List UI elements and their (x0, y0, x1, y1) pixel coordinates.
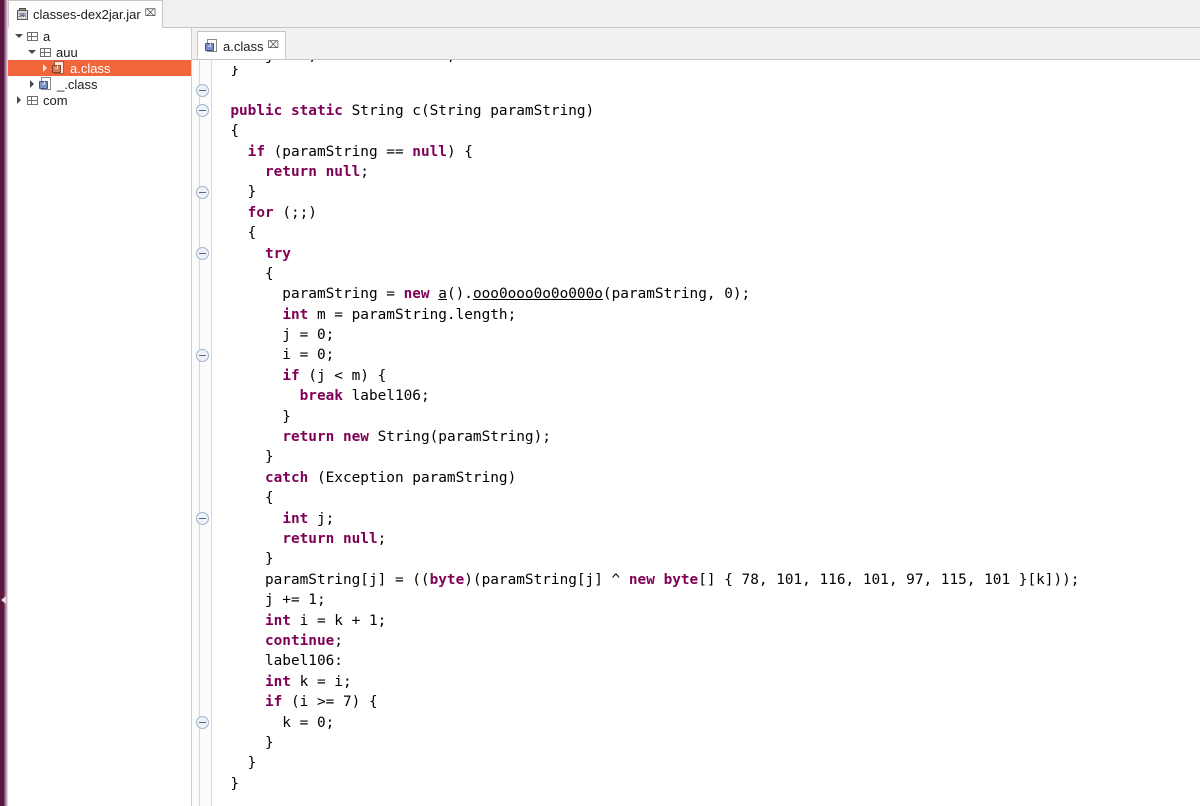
package-explorer[interactable]: aauua.class_.classcom (8, 28, 192, 806)
jar-icon: JAR (16, 7, 29, 21)
code-line: paramString[j] = ((byte)(paramString[j] … (213, 571, 1080, 588)
tree-item-label: auu (56, 44, 78, 60)
fold-collapse-icon[interactable] (196, 247, 209, 261)
code-line: { (213, 225, 257, 242)
code-line: return null; (264, 163, 369, 180)
code-line: int j; (282, 510, 335, 527)
code-line: break label106; (299, 388, 430, 405)
code-line: i = 0; (213, 347, 335, 364)
package-icon (26, 94, 39, 107)
code-line: int m = paramString.length; (282, 306, 517, 323)
fold-collapse-icon[interactable] (196, 83, 209, 97)
tree-item---class[interactable]: _.class (8, 76, 191, 92)
code-line: catch (Exception paramString) (264, 469, 517, 486)
chevron-right-icon[interactable] (25, 76, 39, 92)
code-line: return new String(paramString); (282, 429, 551, 446)
fold-collapse-icon[interactable] (196, 104, 209, 118)
code-line: } (213, 734, 274, 751)
package-icon (26, 30, 39, 43)
class-tab-label: a.class (223, 38, 264, 54)
code-line: j += 1; (213, 592, 326, 609)
fold-collapse-icon[interactable] (196, 349, 209, 363)
source-code[interactable]: } public static String c(String paramStr… (213, 60, 1200, 806)
code-line: continue; (264, 632, 343, 649)
chevron-right-icon[interactable] (38, 60, 52, 76)
fold-collapse-icon[interactable] (196, 185, 209, 199)
code-line: int k = i; (264, 673, 352, 690)
code-line: { (213, 123, 239, 140)
chevron-down-icon[interactable] (25, 44, 39, 60)
class-file-icon (39, 77, 53, 91)
code-line: { (213, 265, 274, 282)
tab-a-class[interactable]: a.class ⌧ (197, 31, 286, 60)
tree-item-label: _.class (57, 76, 98, 92)
package-icon (39, 46, 52, 59)
editor-area: a.class ⌧ j = 0; i = 0; } public static … (192, 28, 1200, 806)
window-left-edge (0, 0, 8, 806)
gutter-rule (199, 60, 200, 806)
tab-classes-dex2jar-jar[interactable]: JAR classes-dex2jar.jar ⌧ (8, 0, 164, 28)
code-line: try (264, 245, 291, 262)
clipped-top-line-region: j = 0; i = 0; (213, 60, 1200, 66)
fold-collapse-icon[interactable] (196, 716, 209, 730)
chevron-right-icon (1, 596, 6, 604)
code-line: public static String c(String paramStrin… (230, 102, 595, 119)
code-line: j = 0; (213, 327, 335, 344)
package-tree[interactable]: aauua.class_.classcom (8, 28, 191, 108)
jar-tab-label: classes-dex2jar.jar (33, 6, 141, 22)
fold-collapse-icon[interactable] (196, 512, 209, 526)
clipped-top-line: j = 0; i = 0; (213, 60, 456, 66)
close-icon[interactable]: ⌧ (145, 9, 157, 19)
code-line: } (213, 184, 257, 201)
tree-item-a-class[interactable]: a.class (8, 60, 191, 76)
tree-item-com[interactable]: com (8, 92, 191, 108)
code-line: k = 0; (213, 714, 335, 731)
code-line: } (213, 551, 274, 568)
code-line: label106: (213, 653, 343, 670)
code-line: } (213, 408, 291, 425)
code-line: return null; (282, 530, 387, 547)
tree-item-a[interactable]: a (8, 28, 191, 44)
jar-tab-bar: JAR classes-dex2jar.jar ⌧ (8, 0, 1200, 28)
tree-item-label: com (43, 92, 68, 108)
code-line: } (213, 775, 239, 792)
tree-item-label: a.class (70, 60, 111, 76)
code-line: int i = k + 1; (264, 612, 387, 629)
tree-item-label: a (43, 28, 51, 44)
code-line: if (i >= 7) { (264, 694, 378, 711)
code-line: { (213, 490, 274, 507)
code-line: if (j < m) { (282, 367, 387, 384)
chevron-down-icon[interactable] (12, 28, 26, 44)
code-line: paramString = new a().ooo0ooo0o0o000o(pa… (213, 286, 751, 303)
chevron-right-icon[interactable] (12, 92, 26, 108)
code-line: } (213, 449, 274, 466)
class-file-icon (52, 61, 66, 75)
class-tab-bar: a.class ⌧ (192, 28, 1200, 60)
view-restore-handle[interactable] (0, 592, 8, 608)
code-line: if (paramString == null) { (247, 143, 473, 160)
tree-item-auu[interactable]: auu (8, 44, 191, 60)
code-line: for (;;) (247, 204, 317, 221)
code-line: } (213, 755, 257, 772)
fold-gutter[interactable] (192, 60, 212, 806)
class-file-icon (205, 39, 219, 53)
close-icon[interactable]: ⌧ (267, 41, 279, 51)
code-viewport[interactable]: j = 0; i = 0; } public static String c(S… (192, 60, 1200, 806)
